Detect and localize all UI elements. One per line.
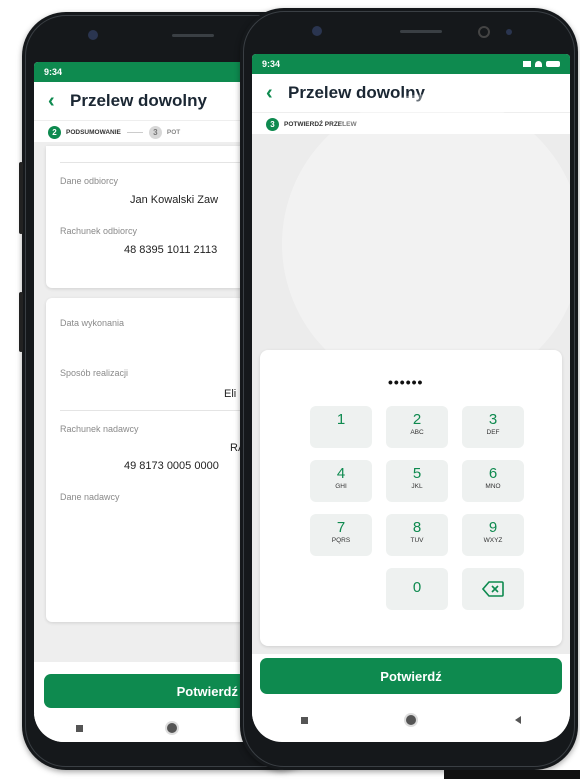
- key-0[interactable]: 0: [386, 568, 448, 610]
- speaker-grill: [400, 30, 442, 33]
- home-icon[interactable]: [167, 723, 178, 733]
- key-2[interactable]: 2 ABC: [386, 406, 448, 448]
- key-digit: 9: [488, 519, 498, 536]
- step-label: PODSUMOWANIE: [66, 128, 121, 136]
- recipient-account-label: Rachunek odbiorcy: [60, 226, 138, 236]
- key-6[interactable]: 6 MNO: [462, 460, 524, 502]
- front-camera: [88, 30, 98, 40]
- key-letters: JKL: [411, 483, 423, 490]
- status-bar: 9:34: [252, 54, 570, 74]
- recipient-account-value: 48 8395 1011 2113: [124, 244, 218, 256]
- home-icon[interactable]: [406, 715, 417, 725]
- recipient-label: Dane odbiorcy: [60, 176, 119, 186]
- step-number: 3: [266, 117, 279, 131]
- key-digit: 2: [412, 411, 422, 428]
- recents-icon[interactable]: [301, 716, 309, 724]
- pin-mask: ••••••: [388, 374, 424, 390]
- back-nav-icon[interactable]: [514, 716, 521, 724]
- key-letters: ABC: [410, 429, 424, 436]
- signal-icon: [523, 61, 531, 67]
- confirm-button[interactable]: Potwierdź: [260, 658, 562, 694]
- sender-account-label: Rachunek nadawcy: [60, 424, 139, 434]
- system-navbar: [252, 702, 570, 738]
- step-connector: [126, 131, 143, 133]
- key-1[interactable]: 1: [310, 406, 372, 448]
- sensor-icon: [478, 26, 490, 38]
- battery-icon: [546, 61, 560, 67]
- backspace-key[interactable]: [462, 568, 524, 610]
- sender-account-value: 49 8173 0005 0000: [124, 460, 219, 472]
- wifi-icon: [535, 61, 542, 67]
- key-digit: 4: [336, 465, 346, 482]
- recipient-value: Jan Kowalski Zaw: [130, 194, 219, 206]
- step-number: 3: [148, 125, 162, 139]
- method-label: Sposób realizacji: [60, 368, 129, 378]
- key-letters: MNO: [485, 483, 501, 490]
- front-camera: [312, 26, 322, 36]
- key-4[interactable]: 4 GHI: [310, 460, 372, 502]
- key-digit: 1: [336, 411, 346, 428]
- speaker-grill: [172, 34, 214, 37]
- key-5[interactable]: 5 JKL: [386, 460, 448, 502]
- key-digit: 5: [412, 465, 422, 482]
- status-time: 9:34: [262, 59, 281, 69]
- page-title: Przelew dowolny: [70, 91, 207, 110]
- back-arrow-icon[interactable]: ‹: [48, 90, 70, 113]
- status-icons: [523, 61, 560, 67]
- step-number: 2: [48, 125, 61, 139]
- key-9[interactable]: 9 WXYZ: [462, 514, 524, 556]
- key-letters: GHI: [335, 483, 347, 490]
- key-digit: 0: [412, 579, 422, 596]
- sender-label: Dane nadawcy: [60, 492, 120, 502]
- sensor-dot: [506, 29, 512, 35]
- key-3[interactable]: 3 DEF: [462, 406, 524, 448]
- date-label: Data wykonania: [60, 318, 125, 328]
- method-value: Eli: [224, 388, 237, 400]
- step-label: POT: [166, 128, 181, 136]
- key-digit: 7: [336, 519, 346, 536]
- backspace-icon: [481, 581, 504, 597]
- key-digit: 3: [488, 411, 498, 428]
- key-7[interactable]: 7 PQRS: [310, 514, 372, 556]
- pin-pad-card: •••••• 1 2 ABC 3 DEF 4 GHI 5 JKL 6 MNO 7…: [260, 350, 562, 646]
- decor-circle: [282, 94, 570, 394]
- back-arrow-icon[interactable]: ‹: [266, 82, 288, 105]
- key-digit: 8: [412, 519, 422, 536]
- key-letters: TUV: [410, 537, 424, 544]
- recents-icon[interactable]: [76, 724, 84, 732]
- front-phone: 9:34 ‹ Przelew dowolny 3 POTWIERDŹ PRZEL…: [240, 8, 578, 770]
- key-8[interactable]: 8 TUV: [386, 514, 448, 556]
- key-letters: WXYZ: [483, 537, 503, 544]
- status-time: 9:34: [44, 67, 63, 77]
- bottom-edge-shadow: [444, 770, 580, 779]
- power-button: [19, 292, 23, 352]
- volume-button: [19, 162, 23, 234]
- front-phone-screen: 9:34 ‹ Przelew dowolny 3 POTWIERDŹ PRZEL…: [252, 54, 570, 742]
- key-digit: 6: [488, 465, 498, 482]
- key-letters: PQRS: [331, 537, 351, 544]
- key-letters: DEF: [486, 429, 500, 436]
